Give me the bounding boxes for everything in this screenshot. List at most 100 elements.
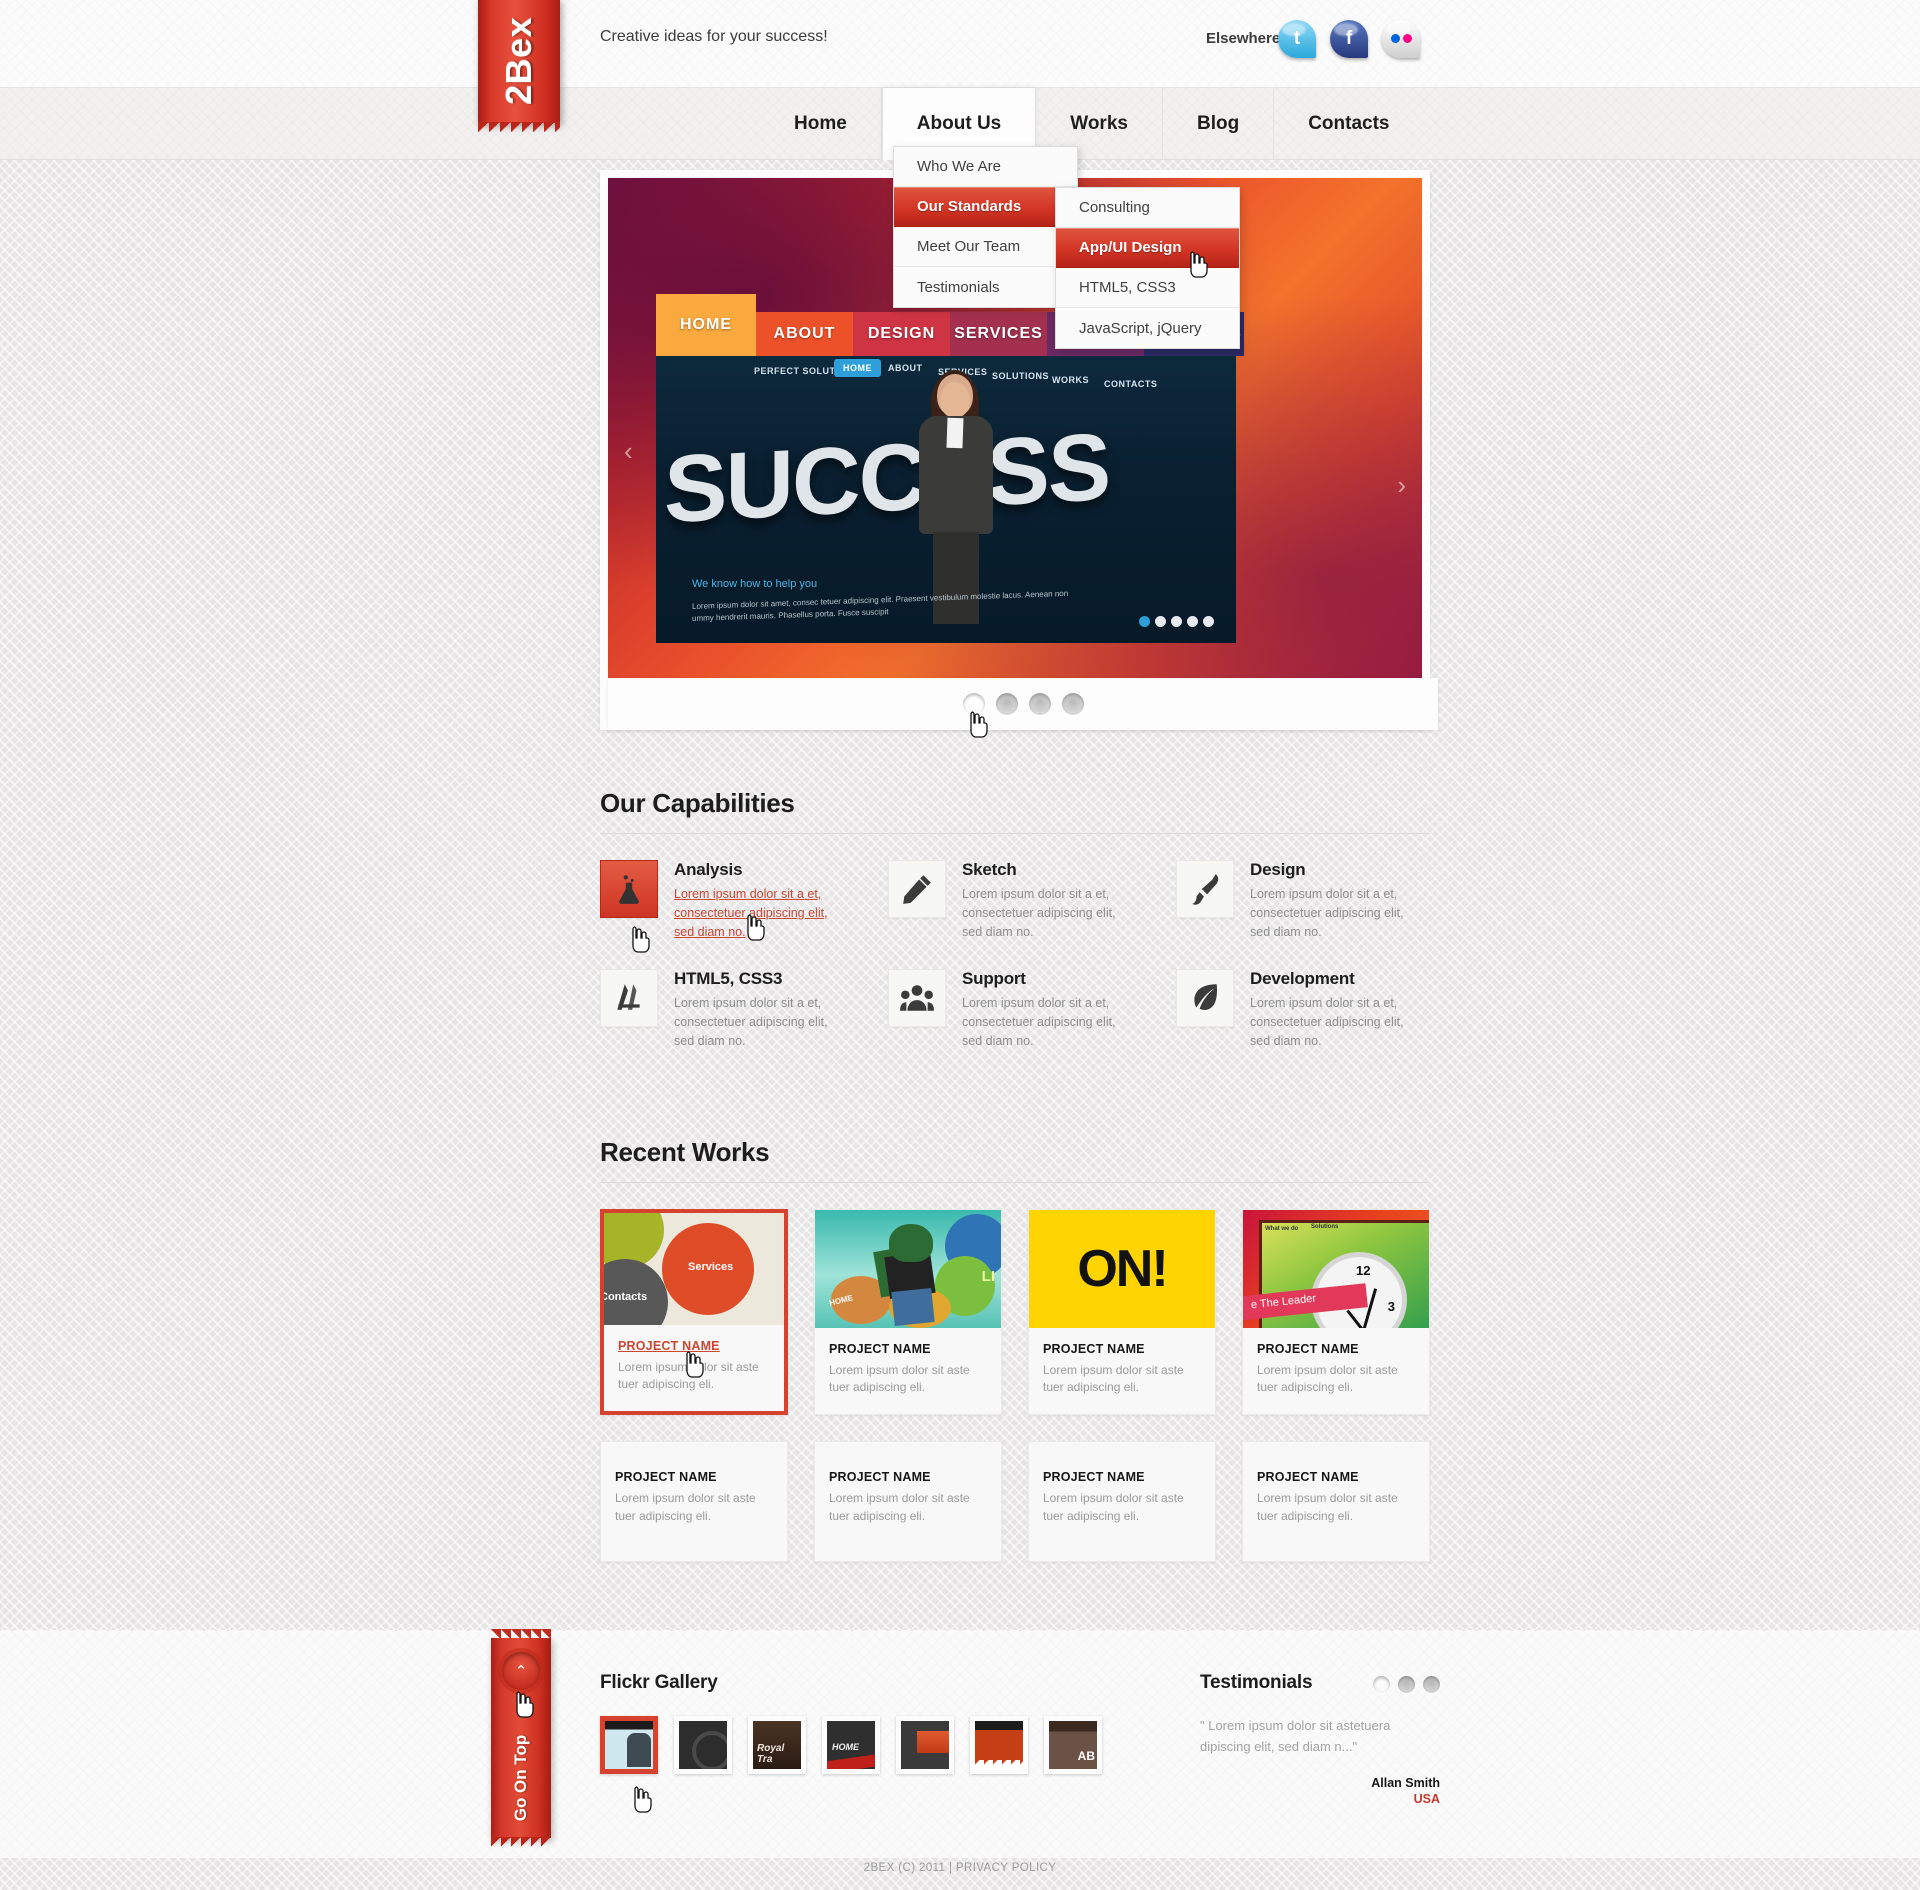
go-on-top-button[interactable]: ⌃ Go On Top [491, 1629, 551, 1847]
flickr-thumb-zigzag[interactable] [970, 1716, 1028, 1774]
header-bar [0, 0, 1920, 88]
hero-page-dot-1[interactable] [962, 693, 985, 715]
inner-dot-1[interactable] [1139, 616, 1150, 627]
hero-tab-about[interactable]: ABOUT [756, 312, 853, 356]
our-standards-submenu: Consulting App/UI Design HTML5, CSS3 Jav… [1055, 187, 1240, 349]
capability-title: Sketch [962, 860, 1017, 879]
inner-dot-3[interactable] [1171, 616, 1182, 627]
work-thumbnail-skater[interactable]: HOME LI [815, 1209, 1001, 1328]
submenu-item-html5-css3[interactable]: HTML5, CSS3 [1056, 268, 1239, 308]
work-title[interactable]: PROJECT NAME [618, 1339, 770, 1353]
work-thumbnail-clock[interactable]: What we do Solutions 12 3 e The Leader [1243, 1209, 1429, 1328]
testimonial-dot-1[interactable] [1373, 1676, 1390, 1693]
tagline: Creative ideas for your success! [600, 28, 828, 45]
dropdown-item-our-standards[interactable]: Our Standards [894, 187, 1077, 227]
work-title[interactable]: PROJECT NAME [1043, 1470, 1201, 1484]
go-on-top-label: Go On Top [511, 1734, 530, 1822]
nav-item-contacts[interactable]: Contacts [1274, 88, 1423, 160]
nav-item-home[interactable]: Home [760, 88, 882, 160]
hero-prev-arrow[interactable]: ‹ [624, 436, 633, 467]
flickr-icon[interactable] [1382, 20, 1422, 60]
capabilities-heading: Our Capabilities [600, 788, 1430, 834]
work-title[interactable]: PROJECT NAME [615, 1470, 773, 1484]
thumb-clock-3: 3 [1387, 1298, 1395, 1314]
flickr-thumb-label: AB [1077, 1749, 1095, 1763]
flickr-thumb-plus[interactable]: Plu [896, 1716, 954, 1774]
capability-support[interactable]: Support Lorem ipsum dolor sit a et, cons… [888, 969, 1142, 1050]
capability-html5-css3[interactable]: HTML5, CSS3 Lorem ipsum dolor sit a et, … [600, 969, 854, 1050]
inner-nav-works: WORKS [1052, 375, 1089, 385]
work-card[interactable]: ON! PROJECT NAME Lorem ipsum dolor sit a… [1028, 1208, 1216, 1416]
works-grid-row-1: Services Contacts PROJECT NAME Lorem ips… [600, 1208, 1430, 1416]
hero-caption-title: We know how to help you [692, 577, 818, 590]
hero-tab-home[interactable]: HOME [656, 294, 756, 356]
footer-zigzag-divider [0, 1630, 1920, 1639]
work-card[interactable]: PROJECT NAME Lorem ipsum dolor sit aste … [1242, 1441, 1430, 1563]
work-card[interactable]: What we do Solutions 12 3 e The Leader P… [1242, 1208, 1430, 1416]
facebook-icon[interactable]: f [1330, 20, 1370, 60]
hero-caption: We know how to help you Lorem ipsum dolo… [692, 577, 1092, 623]
work-title[interactable]: PROJECT NAME [829, 1342, 987, 1356]
hero-tab-services[interactable]: SERVICES [950, 312, 1047, 356]
work-text: Lorem ipsum dolor sit aste tuer adipisci… [618, 1359, 759, 1391]
flickr-thumb-globe[interactable] [674, 1716, 732, 1774]
work-card[interactable]: PROJECT NAME Lorem ipsum dolor sit aste … [1028, 1441, 1216, 1563]
hero-page-dot-3[interactable] [1028, 693, 1051, 715]
work-title[interactable]: PROJECT NAME [1043, 1342, 1201, 1356]
thumb-label-what-we-do: What we do [1265, 1225, 1299, 1232]
work-thumbnail-circles[interactable]: Services Contacts [604, 1212, 784, 1325]
work-card[interactable]: PROJECT NAME Lorem ipsum dolor sit aste … [814, 1441, 1002, 1563]
hero-next-arrow[interactable]: › [1397, 470, 1406, 501]
logo-ribbon[interactable]: 2Bex [478, 0, 560, 132]
flickr-thumb-label: HOME [832, 1742, 859, 1752]
flickr-thumb-home[interactable]: HOME [822, 1716, 880, 1774]
dropdown-item-who-we-are[interactable]: Who We Are [894, 147, 1077, 187]
work-card[interactable]: PROJECT NAME Lorem ipsum dolor sit aste … [600, 1441, 788, 1563]
capability-analysis[interactable]: Analysis Lorem ipsum dolor sit a et, con… [600, 860, 854, 941]
work-thumbnail-on[interactable]: ON! [1029, 1209, 1215, 1328]
capability-sketch[interactable]: Sketch Lorem ipsum dolor sit a et, conse… [888, 860, 1142, 941]
inner-dot-2[interactable] [1155, 616, 1166, 627]
hero-page-dot-4[interactable] [1061, 693, 1084, 715]
capability-title: Design [1250, 860, 1306, 879]
submenu-item-consulting[interactable]: Consulting [1056, 188, 1239, 228]
hero-page-dot-2[interactable] [995, 693, 1018, 715]
copyright-text: 2BEX (C) 2011 | PRIVACY POLICY [863, 1862, 1057, 1874]
work-title[interactable]: PROJECT NAME [1257, 1470, 1415, 1484]
capability-title: Analysis [674, 860, 743, 879]
pencil-icon [888, 860, 946, 918]
capability-text: Lorem ipsum dolor sit a et, consectetuer… [962, 996, 1116, 1048]
work-text: Lorem ipsum dolor sit aste tuer adipisci… [1257, 1491, 1398, 1523]
works-grid-row-2: PROJECT NAME Lorem ipsum dolor sit aste … [600, 1441, 1430, 1563]
dropdown-item-testimonials[interactable]: Testimonials [894, 267, 1077, 307]
capability-design[interactable]: Design Lorem ipsum dolor sit a et, conse… [1176, 860, 1430, 941]
thumb-label-solutions: Solutions [1311, 1223, 1339, 1230]
facebook-glyph: f [1345, 28, 1353, 49]
work-title[interactable]: PROJECT NAME [1257, 1342, 1415, 1356]
work-text: Lorem ipsum dolor sit aste tuer adipisci… [1257, 1362, 1398, 1394]
work-card[interactable]: HOME LI PROJECT NAME Lorem ipsum dolor s… [814, 1208, 1002, 1416]
capability-text[interactable]: Lorem ipsum dolor sit a et, consectetuer… [674, 885, 834, 941]
capability-text: Lorem ipsum dolor sit a et, consectetuer… [1250, 887, 1404, 939]
dropdown-item-meet-our-team[interactable]: Meet Our Team [894, 227, 1077, 267]
hero-inner-screenshot: PERFECT SOLUTIONS HOME ABOUT SERVICES SO… [656, 343, 1236, 643]
inner-dot-5[interactable] [1203, 616, 1214, 627]
submenu-item-javascript-jquery[interactable]: JavaScript, jQuery [1056, 308, 1239, 348]
flickr-thumb-office[interactable] [600, 1716, 658, 1774]
elsewhere-label: Elsewhere [1206, 30, 1281, 47]
work-card[interactable]: Services Contacts PROJECT NAME Lorem ips… [600, 1208, 788, 1416]
testimonial-dot-2[interactable] [1398, 1676, 1415, 1693]
nav-item-blog[interactable]: Blog [1163, 88, 1275, 160]
flickr-thumb-ab[interactable]: AB [1044, 1716, 1102, 1774]
submenu-item-app-ui-design[interactable]: App/UI Design [1056, 228, 1239, 268]
flickr-thumb-royal[interactable]: Royal Tra [748, 1716, 806, 1774]
logo-text: 2Bex [498, 16, 539, 105]
twitter-icon[interactable]: t [1278, 20, 1318, 60]
testimonial-dot-3[interactable] [1423, 1676, 1440, 1693]
hero-tab-design[interactable]: DESIGN [853, 312, 950, 356]
capability-development[interactable]: Development Lorem ipsum dolor sit a et, … [1176, 969, 1430, 1050]
twitter-glyph: t [1293, 28, 1301, 49]
work-title[interactable]: PROJECT NAME [829, 1470, 987, 1484]
people-icon [888, 969, 946, 1028]
inner-dot-4[interactable] [1187, 616, 1198, 627]
